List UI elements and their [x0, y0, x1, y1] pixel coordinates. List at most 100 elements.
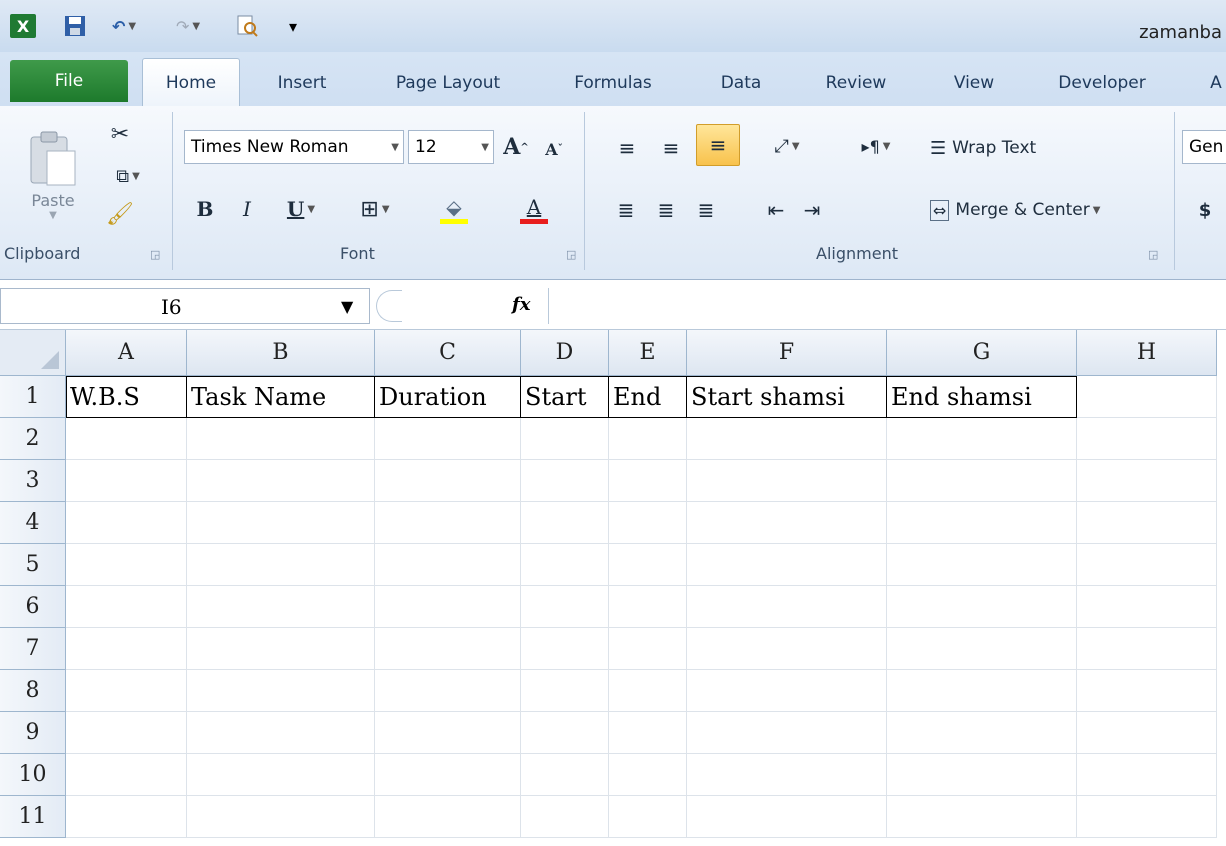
cell-g5[interactable]: [887, 544, 1077, 586]
cell-d1[interactable]: Start: [521, 376, 609, 418]
cell-g4[interactable]: [887, 502, 1077, 544]
cell-h1[interactable]: [1077, 376, 1217, 418]
cell-c9[interactable]: [375, 712, 521, 754]
cell-f2[interactable]: [687, 418, 887, 460]
cell-e7[interactable]: [609, 628, 687, 670]
cell-h6[interactable]: [1077, 586, 1217, 628]
column-header-h[interactable]: H: [1077, 330, 1217, 376]
cell-b3[interactable]: [187, 460, 375, 502]
cell-b1[interactable]: Task Name: [187, 376, 375, 418]
cell-c7[interactable]: [375, 628, 521, 670]
tab-review[interactable]: Review: [808, 64, 904, 102]
cell-b4[interactable]: [187, 502, 375, 544]
align-right-button[interactable]: ≣: [690, 194, 722, 226]
redo-icon[interactable]: ↷ ▼: [168, 14, 208, 38]
borders-button[interactable]: ⊞ ▼: [350, 192, 400, 226]
cell-a8[interactable]: [66, 670, 187, 712]
tab-file[interactable]: File: [10, 60, 128, 102]
shrink-font-button[interactable]: Aˇ: [538, 134, 570, 164]
cell-a6[interactable]: [66, 586, 187, 628]
column-header-f[interactable]: F: [687, 330, 887, 376]
underline-button[interactable]: U ▼: [276, 192, 326, 226]
cell-f6[interactable]: [687, 586, 887, 628]
cell-b7[interactable]: [187, 628, 375, 670]
cell-e10[interactable]: [609, 754, 687, 796]
cell-b9[interactable]: [187, 712, 375, 754]
cell-e5[interactable]: [609, 544, 687, 586]
cell-c5[interactable]: [375, 544, 521, 586]
column-header-e[interactable]: E: [609, 330, 687, 376]
cell-d8[interactable]: [521, 670, 609, 712]
tab-view[interactable]: View: [936, 64, 1012, 102]
row-header-9[interactable]: 9: [0, 712, 66, 754]
cell-h7[interactable]: [1077, 628, 1217, 670]
cell-a3[interactable]: [66, 460, 187, 502]
fill-color-button[interactable]: ⬙: [426, 190, 482, 228]
cell-a5[interactable]: [66, 544, 187, 586]
cell-b5[interactable]: [187, 544, 375, 586]
font-size-select[interactable]: 12 ▼: [408, 130, 494, 164]
print-preview-icon[interactable]: [232, 14, 262, 38]
font-launcher-icon[interactable]: ◲: [566, 248, 576, 261]
currency-button[interactable]: $: [1192, 194, 1218, 226]
number-format-select[interactable]: Gen: [1182, 130, 1226, 164]
cell-d5[interactable]: [521, 544, 609, 586]
italic-button[interactable]: I: [232, 192, 262, 226]
alignment-launcher-icon[interactable]: ◲: [1148, 248, 1158, 261]
cell-d11[interactable]: [521, 796, 609, 838]
cell-c10[interactable]: [375, 754, 521, 796]
insert-function-button[interactable]: fx: [512, 294, 530, 315]
cell-d10[interactable]: [521, 754, 609, 796]
cell-h5[interactable]: [1077, 544, 1217, 586]
cell-e3[interactable]: [609, 460, 687, 502]
row-header-5[interactable]: 5: [0, 544, 66, 586]
cell-f7[interactable]: [687, 628, 887, 670]
align-left-button[interactable]: ≣: [610, 194, 642, 226]
cell-b8[interactable]: [187, 670, 375, 712]
cell-d3[interactable]: [521, 460, 609, 502]
cell-a7[interactable]: [66, 628, 187, 670]
cell-b10[interactable]: [187, 754, 375, 796]
row-header-6[interactable]: 6: [0, 586, 66, 628]
cell-g11[interactable]: [887, 796, 1077, 838]
cell-c4[interactable]: [375, 502, 521, 544]
orientation-button[interactable]: ⤢ ▼: [760, 130, 814, 162]
cell-c1[interactable]: Duration: [375, 376, 521, 418]
row-header-4[interactable]: 4: [0, 502, 66, 544]
cell-f1[interactable]: Start shamsi: [687, 376, 887, 418]
cell-f10[interactable]: [687, 754, 887, 796]
tab-home[interactable]: Home: [142, 58, 240, 106]
tab-formulas[interactable]: Formulas: [558, 64, 668, 102]
cell-h9[interactable]: [1077, 712, 1217, 754]
cell-f5[interactable]: [687, 544, 887, 586]
cell-c2[interactable]: [375, 418, 521, 460]
save-icon[interactable]: [62, 14, 88, 38]
cell-e9[interactable]: [609, 712, 687, 754]
cell-b6[interactable]: [187, 586, 375, 628]
cell-g10[interactable]: [887, 754, 1077, 796]
cut-icon[interactable]: ✂: [104, 118, 136, 150]
cell-c6[interactable]: [375, 586, 521, 628]
cell-h10[interactable]: [1077, 754, 1217, 796]
paste-button[interactable]: Paste ▼: [8, 116, 98, 234]
cell-h3[interactable]: [1077, 460, 1217, 502]
cell-e2[interactable]: [609, 418, 687, 460]
cell-e1[interactable]: End: [609, 376, 687, 418]
top-align-button[interactable]: ≡: [610, 132, 644, 164]
row-header-8[interactable]: 8: [0, 670, 66, 712]
cell-h2[interactable]: [1077, 418, 1217, 460]
customize-qat-icon[interactable]: ▾: [282, 14, 304, 38]
tab-data[interactable]: Data: [706, 64, 776, 102]
cell-e8[interactable]: [609, 670, 687, 712]
cell-a1[interactable]: W.B.S: [66, 376, 187, 418]
cell-d9[interactable]: [521, 712, 609, 754]
column-header-c[interactable]: C: [375, 330, 521, 376]
middle-align-button[interactable]: ≡: [654, 132, 688, 164]
cell-c3[interactable]: [375, 460, 521, 502]
increase-indent-button[interactable]: ⇥: [796, 194, 828, 226]
cell-f9[interactable]: [687, 712, 887, 754]
cell-e11[interactable]: [609, 796, 687, 838]
cell-g1[interactable]: End shamsi: [887, 376, 1077, 418]
cell-d2[interactable]: [521, 418, 609, 460]
cell-d7[interactable]: [521, 628, 609, 670]
